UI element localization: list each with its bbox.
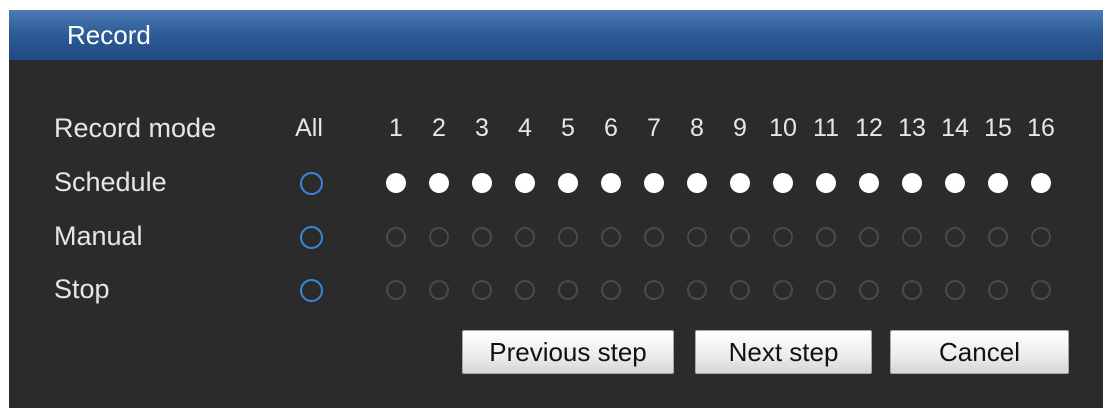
column-header-channel-8: 8 <box>690 114 704 142</box>
schedule-channel-12-radio[interactable] <box>859 173 879 193</box>
manual-channel-10-radio[interactable] <box>773 227 793 247</box>
column-header-channel-7: 7 <box>647 114 661 142</box>
manual-channel-13-radio[interactable] <box>902 227 922 247</box>
schedule-channel-4-radio[interactable] <box>515 173 535 193</box>
manual-all-radio[interactable] <box>299 225 323 249</box>
schedule-channel-3-radio[interactable] <box>472 173 492 193</box>
manual-channel-15-radio[interactable] <box>988 227 1008 247</box>
manual-channel-7-radio[interactable] <box>644 227 664 247</box>
column-header-channel-11: 11 <box>813 114 839 142</box>
column-header-channel-5: 5 <box>561 114 575 142</box>
stop-channel-3-radio[interactable] <box>472 280 492 300</box>
manual-channel-16-radio[interactable] <box>1031 227 1051 247</box>
column-header-all: All <box>295 114 323 142</box>
schedule-channel-13-radio[interactable] <box>902 173 922 193</box>
schedule-channel-5-radio[interactable] <box>558 173 578 193</box>
stop-channel-10-radio[interactable] <box>773 280 793 300</box>
stop-channel-4-radio[interactable] <box>515 280 535 300</box>
window-title: Record <box>67 20 151 50</box>
stop-channel-1-radio[interactable] <box>386 280 406 300</box>
column-header-channel-1: 1 <box>389 114 403 142</box>
column-header-channel-12: 12 <box>855 114 883 142</box>
manual-channel-8-radio[interactable] <box>687 227 707 247</box>
schedule-channel-16-radio[interactable] <box>1031 173 1051 193</box>
schedule-channel-6-radio[interactable] <box>601 173 621 193</box>
schedule-channel-10-radio[interactable] <box>773 173 793 193</box>
record-mode-label: Record mode <box>54 113 217 143</box>
manual-channel-2-radio[interactable] <box>429 227 449 247</box>
manual-channel-4-radio[interactable] <box>515 227 535 247</box>
stop-channel-2-radio[interactable] <box>429 280 449 300</box>
stop-channel-5-radio[interactable] <box>558 280 578 300</box>
column-header-channel-6: 6 <box>604 114 618 142</box>
schedule-all-radio[interactable] <box>299 171 323 195</box>
record-dialog: Record Record mode All 1 2 3 4 5 6 7 8 9 10 11 12 13… <box>9 10 1103 408</box>
stop-channel-6-radio[interactable] <box>601 280 621 300</box>
column-header-channel-10: 10 <box>769 114 797 142</box>
stop-channel-7-radio[interactable] <box>644 280 664 300</box>
schedule-channel-8-radio[interactable] <box>687 173 707 193</box>
schedule-channel-7-radio[interactable] <box>644 173 664 193</box>
manual-channel-5-radio[interactable] <box>558 227 578 247</box>
manual-channel-12-radio[interactable] <box>859 227 879 247</box>
previous-step-button[interactable]: Previous step <box>462 330 674 374</box>
schedule-channel-14-radio[interactable] <box>945 173 965 193</box>
row-label-schedule: Schedule <box>54 167 167 197</box>
stop-channel-12-radio[interactable] <box>859 280 879 300</box>
manual-channel-6-radio[interactable] <box>601 227 621 247</box>
stop-channel-15-radio[interactable] <box>988 280 1008 300</box>
schedule-channel-9-radio[interactable] <box>730 173 750 193</box>
column-header-channel-14: 14 <box>941 114 969 142</box>
row-label-manual: Manual <box>54 221 143 251</box>
stop-channel-11-radio[interactable] <box>816 280 836 300</box>
column-header-channel-4: 4 <box>518 114 532 142</box>
schedule-channel-2-radio[interactable] <box>429 173 449 193</box>
schedule-channel-15-radio[interactable] <box>988 173 1008 193</box>
title-bar: Record <box>9 10 1103 60</box>
schedule-channel-11-radio[interactable] <box>816 173 836 193</box>
stop-channel-8-radio[interactable] <box>687 280 707 300</box>
manual-channel-1-radio[interactable] <box>386 227 406 247</box>
column-header-channel-2: 2 <box>432 114 446 142</box>
stop-channel-13-radio[interactable] <box>902 280 922 300</box>
column-header-channel-15: 15 <box>984 114 1012 142</box>
stop-channel-9-radio[interactable] <box>730 280 750 300</box>
column-header-channel-16: 16 <box>1027 114 1055 142</box>
schedule-channel-1-radio[interactable] <box>386 173 406 193</box>
manual-channel-9-radio[interactable] <box>730 227 750 247</box>
cancel-button[interactable]: Cancel <box>890 330 1069 374</box>
stop-channel-14-radio[interactable] <box>945 280 965 300</box>
manual-channel-3-radio[interactable] <box>472 227 492 247</box>
row-label-stop: Stop <box>54 274 110 304</box>
column-header-channel-3: 3 <box>475 114 489 142</box>
next-step-button[interactable]: Next step <box>695 330 872 374</box>
stop-all-radio[interactable] <box>299 278 323 302</box>
column-header-channel-13: 13 <box>898 114 926 142</box>
column-header-channel-9: 9 <box>733 114 747 142</box>
manual-channel-14-radio[interactable] <box>945 227 965 247</box>
stop-channel-16-radio[interactable] <box>1031 280 1051 300</box>
manual-channel-11-radio[interactable] <box>816 227 836 247</box>
